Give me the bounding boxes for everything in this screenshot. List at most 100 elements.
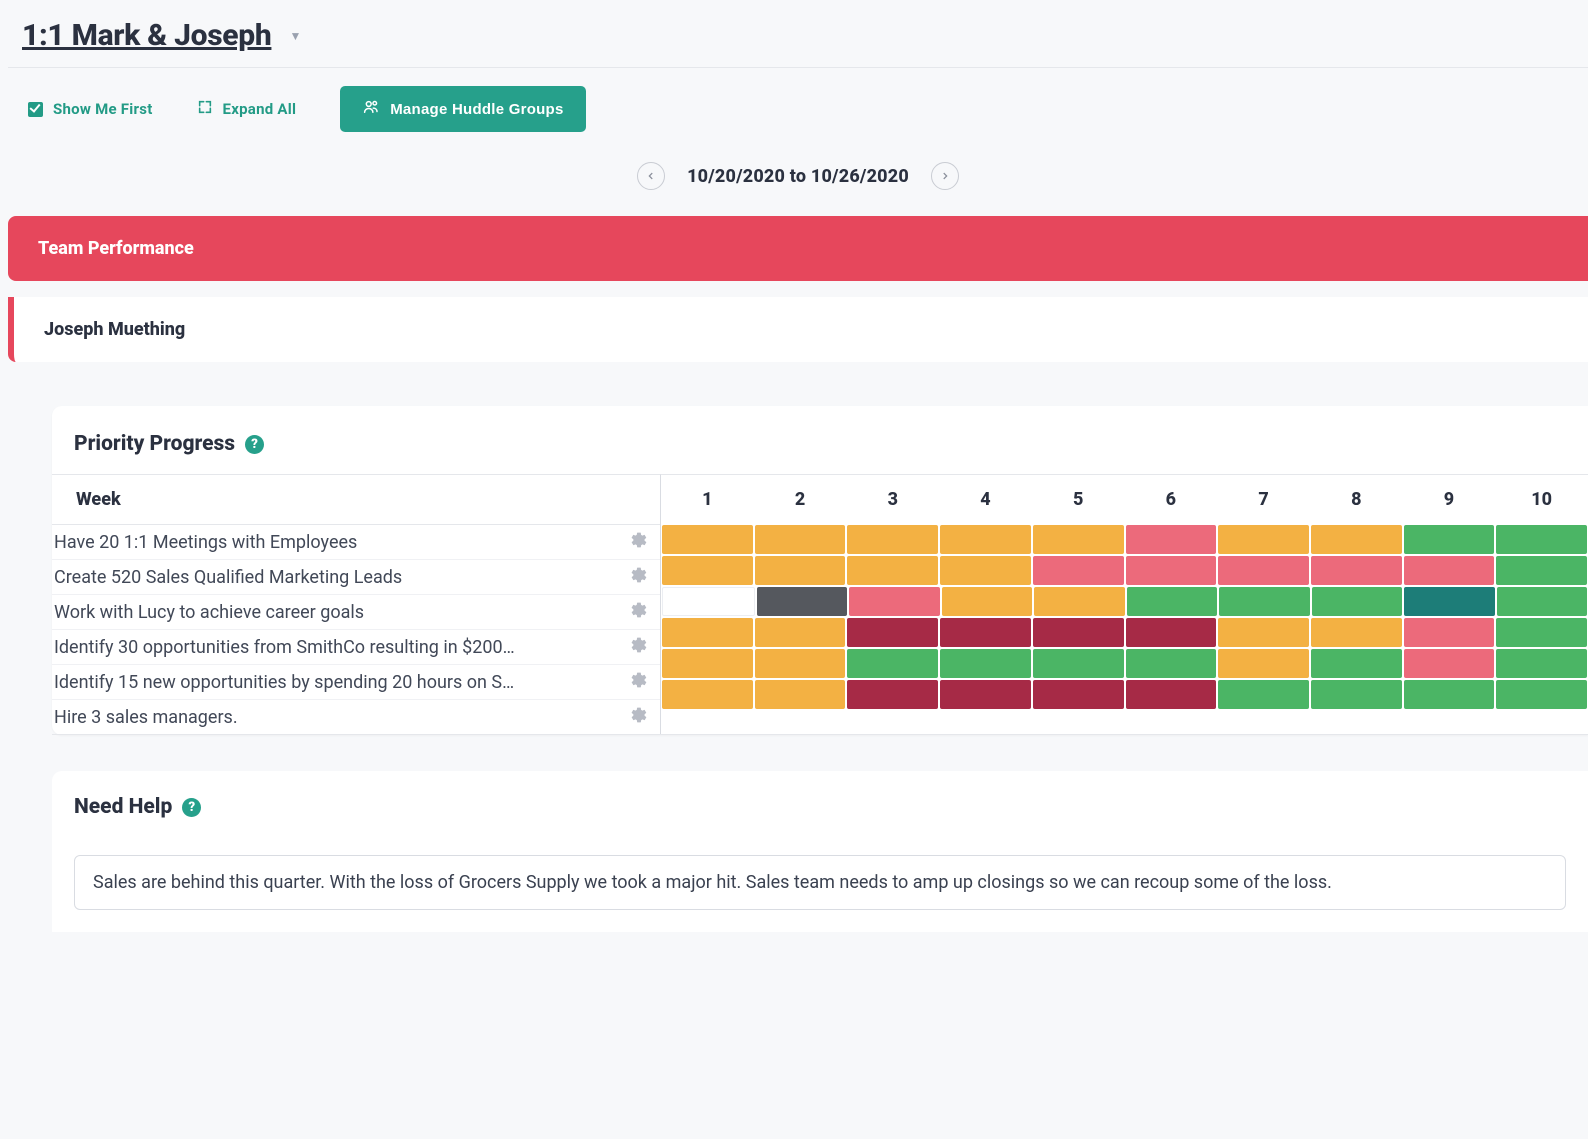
heatmap-cell[interactable] (1126, 618, 1217, 647)
heatmap-cell[interactable] (662, 525, 753, 554)
priority-row-label[interactable]: Identify 15 new opportunities by spendin… (54, 672, 514, 693)
heatmap-cell[interactable] (755, 556, 846, 585)
week-header-2: 2 (754, 475, 847, 524)
heatmap-cell[interactable] (1126, 649, 1217, 678)
week-header-5: 5 (1032, 475, 1125, 524)
priority-row-label[interactable]: Create 520 Sales Qualified Marketing Lea… (54, 567, 402, 588)
week-header-8: 8 (1310, 475, 1403, 524)
need-help-textbox[interactable]: Sales are behind this quarter. With the … (74, 855, 1566, 910)
priority-progress-title: Priority Progress (74, 432, 235, 456)
heatmap-cell[interactable] (1033, 649, 1124, 678)
need-help-card: Need Help ? Sales are behind this quarte… (52, 771, 1588, 932)
heatmap-cell[interactable] (1404, 525, 1495, 554)
heatmap-cell[interactable] (940, 618, 1031, 647)
priority-row: Identify 30 opportunities from SmithCo r… (52, 629, 660, 664)
priority-progress-card: Priority Progress ? Week Have 20 1:1 Mee… (52, 406, 1588, 735)
expand-all-button[interactable]: Expand All (197, 99, 297, 119)
gear-icon[interactable] (630, 636, 648, 659)
heatmap-cell[interactable] (1496, 556, 1587, 585)
prev-week-button[interactable] (637, 162, 665, 190)
show-me-first-toggle[interactable]: Show Me First (28, 100, 153, 118)
heatmap-cell[interactable] (940, 649, 1031, 678)
heatmap-cell[interactable] (1311, 556, 1402, 585)
heatmap-cell[interactable] (847, 618, 938, 647)
heatmap-cell[interactable] (662, 649, 753, 678)
help-icon[interactable]: ? (245, 435, 264, 454)
heatmap-row (661, 679, 1588, 710)
next-week-button[interactable] (931, 162, 959, 190)
heatmap-cell[interactable] (662, 587, 755, 616)
heatmap-cell[interactable] (1496, 525, 1587, 554)
priority-row: Create 520 Sales Qualified Marketing Lea… (52, 559, 660, 594)
week-header-label: Week (52, 475, 660, 524)
gear-icon[interactable] (630, 706, 648, 729)
heatmap-cell[interactable] (1033, 680, 1124, 709)
heatmap-cell[interactable] (940, 680, 1031, 709)
manage-huddle-groups-button[interactable]: Manage Huddle Groups (340, 86, 585, 132)
person-header[interactable]: Joseph Muething (8, 297, 1588, 362)
heatmap-cell[interactable] (849, 587, 940, 616)
heatmap-cell[interactable] (1311, 680, 1402, 709)
heatmap-cell[interactable] (755, 525, 846, 554)
gear-icon[interactable] (630, 566, 648, 589)
team-performance-section-header[interactable]: Team Performance (8, 216, 1588, 281)
heatmap-cell[interactable] (1311, 649, 1402, 678)
heatmap-cell[interactable] (1033, 556, 1124, 585)
heatmap-cell[interactable] (1311, 525, 1402, 554)
page-title[interactable]: 1:1 Mark & Joseph (22, 18, 271, 53)
heatmap-cell[interactable] (940, 556, 1031, 585)
priority-row-label[interactable]: Identify 30 opportunities from SmithCo r… (54, 637, 515, 658)
team-performance-label: Team Performance (38, 238, 194, 259)
heatmap-cell[interactable] (1496, 680, 1587, 709)
priority-row: Work with Lucy to achieve career goals (52, 594, 660, 629)
heatmap-cell[interactable] (662, 556, 753, 585)
heatmap-cell[interactable] (1218, 618, 1309, 647)
heatmap-cell[interactable] (1127, 587, 1218, 616)
heatmap-cell[interactable] (1311, 618, 1402, 647)
heatmap-cell[interactable] (940, 525, 1031, 554)
heatmap-cell[interactable] (755, 649, 846, 678)
heatmap-cell[interactable] (662, 680, 753, 709)
heatmap-cell[interactable] (1219, 587, 1310, 616)
heatmap-cell[interactable] (1496, 649, 1587, 678)
heatmap-cell[interactable] (1218, 649, 1309, 678)
heatmap-cell[interactable] (757, 587, 848, 616)
heatmap-cell[interactable] (1126, 680, 1217, 709)
heatmap-cell[interactable] (1404, 680, 1495, 709)
heatmap-cell[interactable] (1126, 525, 1217, 554)
heatmap-cell[interactable] (1218, 525, 1309, 554)
show-me-first-label: Show Me First (53, 100, 153, 118)
heatmap-cell[interactable] (755, 680, 846, 709)
help-icon[interactable]: ? (182, 798, 201, 817)
priority-row-label[interactable]: Work with Lucy to achieve career goals (54, 602, 364, 623)
title-dropdown-caret-icon[interactable]: ▼ (289, 29, 301, 43)
heatmap-cell[interactable] (1497, 587, 1588, 616)
heatmap-cell[interactable] (1404, 587, 1495, 616)
heatmap-cell[interactable] (1033, 618, 1124, 647)
priority-row-label[interactable]: Have 20 1:1 Meetings with Employees (54, 532, 357, 553)
heatmap-cell[interactable] (1404, 618, 1495, 647)
gear-icon[interactable] (630, 671, 648, 694)
week-header-3: 3 (846, 475, 939, 524)
heatmap-cell[interactable] (1218, 556, 1309, 585)
heatmap-cell[interactable] (942, 587, 1033, 616)
heatmap-cell[interactable] (847, 556, 938, 585)
heatmap-cell[interactable] (1404, 556, 1495, 585)
heatmap-cell[interactable] (847, 525, 938, 554)
priority-row: Identify 15 new opportunities by spendin… (52, 664, 660, 699)
heatmap-cell[interactable] (847, 649, 938, 678)
heatmap-cell[interactable] (1496, 618, 1587, 647)
priority-row-label[interactable]: Hire 3 sales managers. (54, 707, 238, 728)
heatmap-cell[interactable] (662, 618, 753, 647)
gear-icon[interactable] (630, 601, 648, 624)
heatmap-cell[interactable] (755, 618, 846, 647)
heatmap-cell[interactable] (1034, 587, 1125, 616)
heatmap-cell[interactable] (1126, 556, 1217, 585)
heatmap-cell[interactable] (847, 680, 938, 709)
need-help-title: Need Help (74, 795, 172, 819)
heatmap-cell[interactable] (1404, 649, 1495, 678)
heatmap-cell[interactable] (1312, 587, 1403, 616)
heatmap-cell[interactable] (1218, 680, 1309, 709)
gear-icon[interactable] (630, 531, 648, 554)
heatmap-cell[interactable] (1033, 525, 1124, 554)
